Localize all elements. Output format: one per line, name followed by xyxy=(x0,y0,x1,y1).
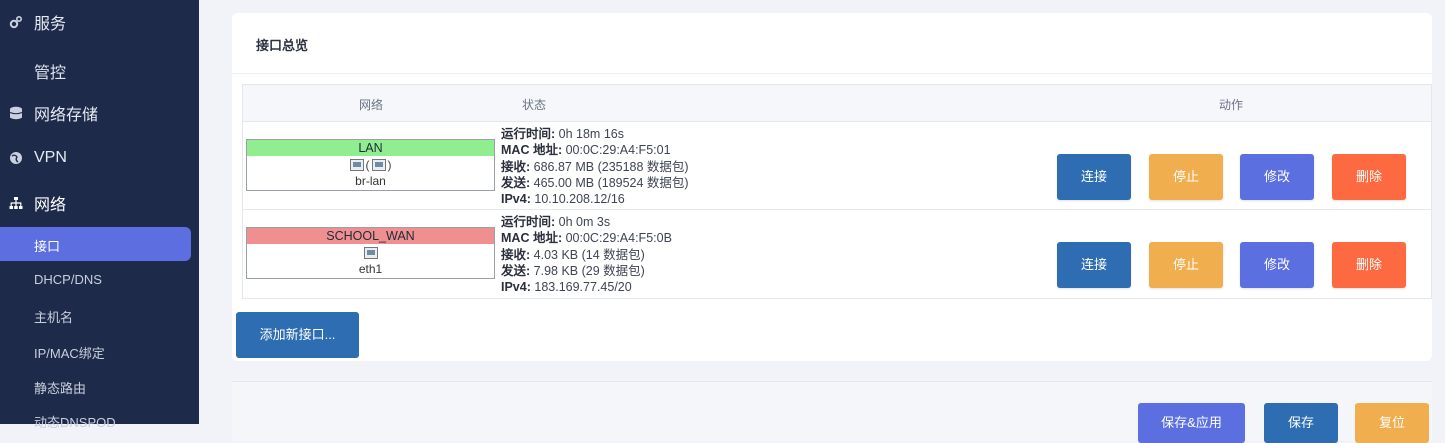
menu-label: 服务 xyxy=(34,16,67,33)
ipv4-label: IPv4: xyxy=(501,280,531,295)
sidebar: 服务 管控 网络存储 VPN 网络 接口 DHCP/DNS 主机名 IP/MAC… xyxy=(0,0,199,430)
save-button[interactable]: 保存 xyxy=(1264,403,1338,443)
menu-item-services[interactable]: 服务 xyxy=(0,11,199,33)
sitemap-icon xyxy=(8,195,24,211)
connect-button[interactable]: 连接 xyxy=(1057,154,1131,200)
interface-icons xyxy=(247,244,494,262)
interface-table: 网络 状态 动作 LAN ( ) br-lan 运行时间: 0h 18m 16s… xyxy=(242,84,1432,299)
ethernet-icon xyxy=(371,159,386,171)
menu-label: 网络 xyxy=(34,197,67,214)
menu-item-vpn[interactable]: VPN xyxy=(0,147,199,169)
reset-button[interactable]: 复位 xyxy=(1355,403,1429,443)
interface-name: SCHOOL_WAN xyxy=(247,228,494,244)
menu-item-network[interactable]: 网络 xyxy=(0,192,199,214)
interface-status: 运行时间: 0h 0m 3s MAC 地址: 00:0C:29:A4:F5:0B… xyxy=(501,214,672,295)
interface-name: LAN xyxy=(247,140,494,156)
rx-value: 4.03 KB (14 数据包) xyxy=(533,247,645,262)
save-apply-button[interactable]: 保存&应用 xyxy=(1138,403,1245,443)
interface-status: 运行时间: 0h 18m 16s MAC 地址: 00:0C:29:A4:F5:… xyxy=(501,126,689,207)
rx-label: 接收: xyxy=(501,159,531,174)
mac-value: 00:0C:29:A4:F5:01 xyxy=(565,143,671,158)
delete-button[interactable]: 删除 xyxy=(1332,154,1406,200)
tx-value: 465.00 MB (189524 数据包) xyxy=(533,175,689,190)
rx-value: 686.87 MB (235188 数据包) xyxy=(533,159,689,174)
main-content: 接口总览 网络 状态 动作 LAN ( ) br-lan 运行时间: 0h 18… xyxy=(199,0,1445,443)
header-actions: 动作 xyxy=(1219,98,1244,112)
ethernet-icon xyxy=(349,159,364,171)
divider xyxy=(232,73,1432,74)
sidebar-item-interfaces[interactable]: 接口 xyxy=(34,236,60,255)
tx-value: 7.98 KB (29 数据包) xyxy=(533,263,645,278)
sidebar-active-highlight xyxy=(0,227,191,261)
add-interface-button[interactable]: 添加新接口... xyxy=(236,312,359,358)
edit-button[interactable]: 修改 xyxy=(1240,154,1314,200)
sidebar-item-ip-mac-binding[interactable]: IP/MAC绑定 xyxy=(34,343,105,362)
uptime-value: 0h 18m 16s xyxy=(558,127,624,141)
icon-paren-close: ) xyxy=(387,158,392,172)
table-row: LAN ( ) br-lan 运行时间: 0h 18m 16s MAC 地址: … xyxy=(243,122,1431,210)
menu-item-storage[interactable]: 网络存储 xyxy=(0,102,199,124)
uptime-label: 运行时间: xyxy=(501,127,556,141)
sidebar-item-static-routes[interactable]: 静态路由 xyxy=(34,378,86,397)
interface-overview-card: 接口总览 网络 状态 动作 LAN ( ) br-lan 运行时间: 0h 18… xyxy=(232,13,1432,361)
card-title: 接口总览 xyxy=(256,38,309,53)
globe-icon xyxy=(8,150,24,166)
gears-icon xyxy=(8,14,24,30)
stop-button[interactable]: 停止 xyxy=(1149,154,1223,200)
connect-button[interactable]: 连接 xyxy=(1057,242,1131,288)
rx-label: 接收: xyxy=(501,247,531,262)
table-row: SCHOOL_WAN eth1 运行时间: 0h 0m 3s MAC 地址: 0… xyxy=(243,210,1431,298)
delete-button[interactable]: 删除 xyxy=(1332,242,1406,288)
stop-button[interactable]: 停止 xyxy=(1149,242,1223,288)
sidebar-item-ddns[interactable]: 动态DNSPOD xyxy=(34,412,116,431)
ipv4-label: IPv4: xyxy=(501,192,531,207)
tx-label: 发送: xyxy=(501,263,531,278)
icon-paren-open: ( xyxy=(365,158,370,172)
ipv4-value: 10.10.208.12/16 xyxy=(534,192,625,207)
mac-value: 00:0C:29:A4:F5:0B xyxy=(565,231,672,246)
edit-button[interactable]: 修改 xyxy=(1240,242,1314,288)
mac-label: MAC 地址: xyxy=(501,143,563,158)
header-status: 状态 xyxy=(522,98,547,112)
sidebar-item-dhcp-dns[interactable]: DHCP/DNS xyxy=(34,272,102,287)
uptime-label: 运行时间: xyxy=(501,215,556,229)
table-header: 网络 状态 动作 xyxy=(243,85,1431,122)
database-icon xyxy=(8,105,24,121)
ethernet-icon xyxy=(363,247,378,259)
interface-badge-lan: LAN ( ) br-lan xyxy=(246,139,495,191)
interface-icons: ( ) xyxy=(247,156,494,174)
footer-actions: 保存&应用 保存 复位 xyxy=(232,381,1432,443)
menu-label: 网络存储 xyxy=(34,107,99,124)
interface-device: eth1 xyxy=(358,262,383,276)
ipv4-value: 183.169.77.45/20 xyxy=(534,280,632,295)
tx-label: 发送: xyxy=(501,175,531,190)
menu-label: VPN xyxy=(34,149,67,166)
interface-badge-school-wan: SCHOOL_WAN eth1 xyxy=(246,227,495,279)
interface-device: br-lan xyxy=(355,174,386,188)
mac-label: MAC 地址: xyxy=(501,231,563,246)
header-network: 网络 xyxy=(359,98,384,112)
sidebar-item-control[interactable]: 管控 xyxy=(34,59,66,83)
uptime-value: 0h 0m 3s xyxy=(558,215,611,229)
sidebar-item-hostname[interactable]: 主机名 xyxy=(34,307,73,326)
